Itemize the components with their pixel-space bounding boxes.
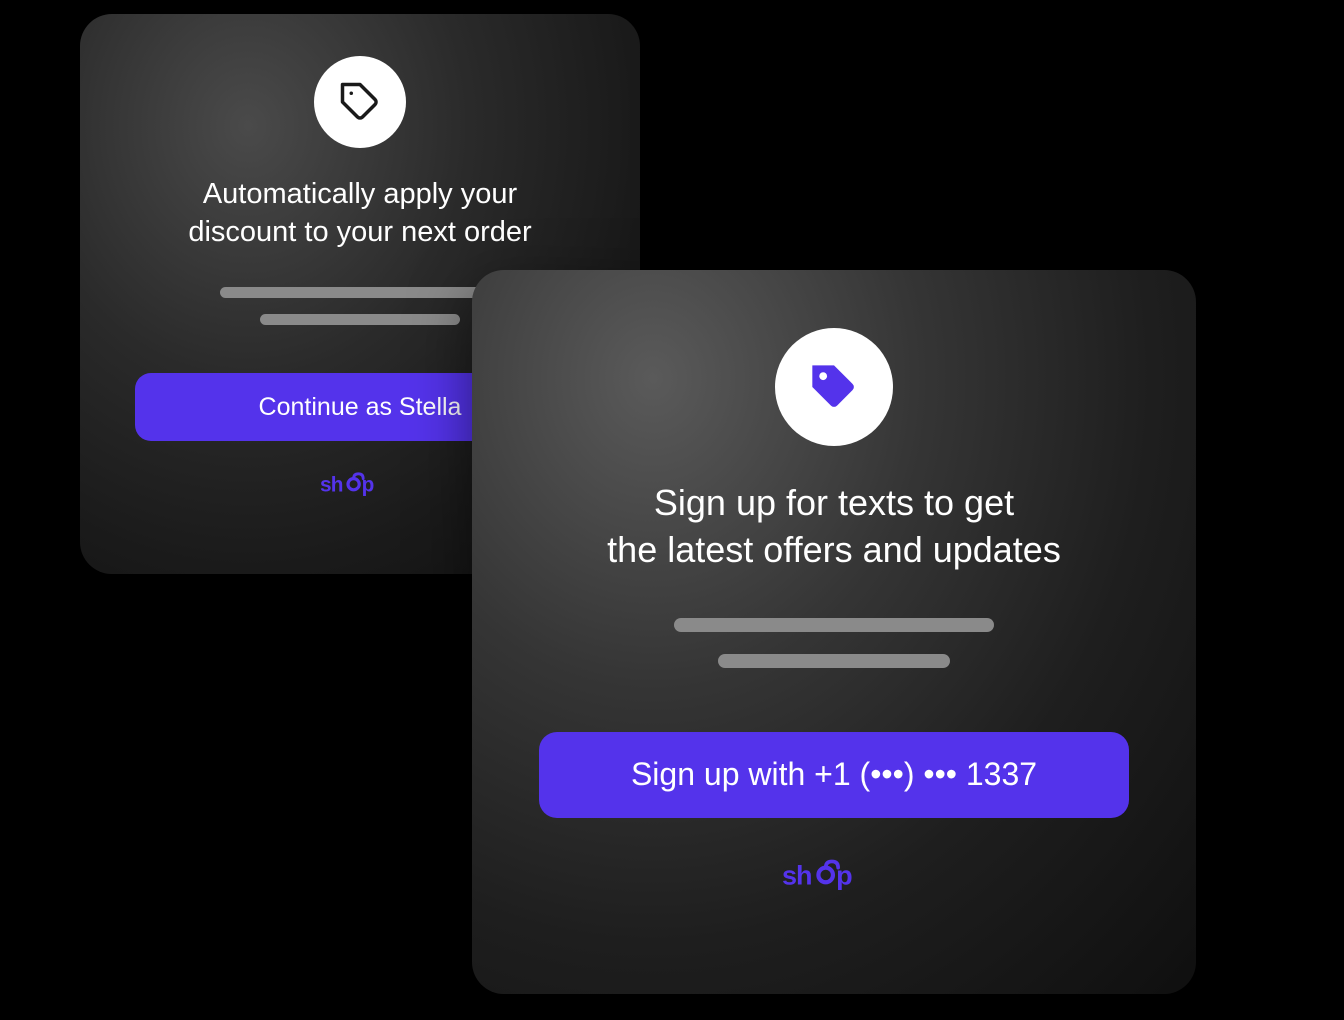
card-heading: Automatically apply your discount to you… (188, 176, 531, 251)
skeleton-placeholder (220, 287, 500, 325)
skeleton-line (220, 287, 500, 298)
signup-card: Sign up for texts to get the latest offe… (472, 270, 1196, 994)
tag-icon (339, 81, 381, 123)
icon-circle (314, 56, 406, 148)
skeleton-line (674, 618, 994, 632)
svg-text:sh: sh (782, 860, 811, 890)
shop-logo: sh p (320, 471, 400, 506)
svg-text:p: p (836, 860, 852, 890)
skeleton-line (718, 654, 950, 668)
svg-text:p: p (362, 474, 374, 497)
skeleton-placeholder (674, 618, 994, 668)
svg-text:sh: sh (320, 474, 343, 497)
shop-logo: sh p (782, 858, 886, 903)
icon-circle (775, 328, 893, 446)
tag-icon (808, 361, 860, 413)
card-heading: Sign up for texts to get the latest offe… (607, 480, 1061, 574)
skeleton-line (260, 314, 460, 325)
signup-button[interactable]: Sign up with +1 (•••) ••• 1337 (539, 732, 1129, 818)
